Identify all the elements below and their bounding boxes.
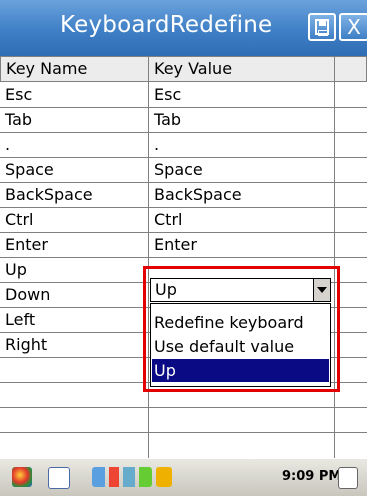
save-icon [315, 19, 329, 36]
key-name-cell[interactable]: Esc [0, 82, 32, 108]
window-title: KeyboardRedefine [60, 12, 273, 38]
option-redefine-keyboard[interactable]: Redefine keyboard [152, 311, 329, 334]
select-value: Up [155, 280, 177, 299]
header-key-name[interactable]: Key Name [0, 56, 149, 82]
key-name-cell[interactable]: . [0, 132, 10, 158]
key-name-cell[interactable]: Space [0, 157, 54, 183]
close-button[interactable]: X [339, 13, 367, 41]
key-name-cell[interactable]: Down [0, 282, 50, 308]
key-value-cell[interactable]: Tab [149, 107, 181, 133]
key-value-cell[interactable]: BackSpace [149, 182, 242, 208]
row-divider [0, 407, 367, 408]
input-panel-icon[interactable] [338, 467, 358, 489]
key-name-cell[interactable]: Enter [0, 232, 48, 258]
key-value-cell[interactable]: Space [149, 157, 203, 183]
key-table: Key Name Key Value Esc Esc Tab Tab . . S… [0, 56, 367, 458]
save-button[interactable] [308, 13, 336, 41]
key-value-cell[interactable]: Esc [149, 82, 181, 108]
key-name-cell[interactable]: Up [0, 257, 27, 283]
row-divider [0, 132, 367, 133]
key-value-cell[interactable]: . [149, 132, 159, 158]
key-name-cell[interactable]: Tab [0, 107, 32, 133]
dropdown-list: Redefine keyboard Use default value Up [150, 303, 331, 387]
row-divider [0, 107, 367, 108]
key-name-cell[interactable]: Ctrl [0, 207, 33, 233]
key-value-cell[interactable]: Ctrl [149, 207, 182, 233]
key-name-cell[interactable]: Right [0, 332, 47, 358]
start-icon[interactable] [12, 467, 32, 487]
keyboard-app-icon[interactable] [48, 467, 70, 489]
key-name-cell[interactable]: BackSpace [0, 182, 93, 208]
clock[interactable]: 9:09 PM [282, 467, 341, 487]
chevron-down-icon[interactable] [313, 279, 330, 301]
notification-icon[interactable] [156, 467, 172, 487]
key-value-select[interactable]: Up [150, 278, 331, 302]
key-value-cell[interactable]: Enter [149, 232, 197, 258]
key-name-cell[interactable]: Left [0, 307, 35, 333]
tray-icons[interactable] [92, 467, 152, 487]
taskbar: 9:09 PM [0, 458, 367, 496]
header-key-value[interactable]: Key Value [148, 56, 335, 82]
header-filler [334, 56, 367, 82]
option-use-default-value[interactable]: Use default value [152, 335, 329, 358]
option-up[interactable]: Up [152, 359, 329, 382]
title-bar: KeyboardRedefine X [0, 0, 367, 56]
row-divider [0, 432, 367, 433]
